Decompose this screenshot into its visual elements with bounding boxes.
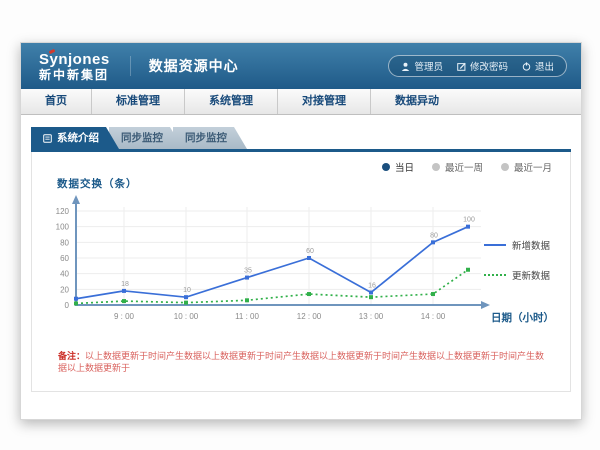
blue-line-sample-icon [484, 244, 506, 246]
change-password-button[interactable]: 修改密码 [457, 59, 508, 73]
svg-text:18: 18 [121, 281, 129, 288]
nav-item-interface-mgmt[interactable]: 对接管理 [278, 89, 371, 114]
power-icon [522, 62, 531, 71]
user-pill: 管理员 修改密码 退出 [388, 55, 567, 77]
edit-icon [457, 62, 466, 71]
footnote: 备注：以上数据更新于时间产生数据以上数据更新于时间产生数据以上数据更新于时间产生… [58, 350, 546, 375]
tab-sync-monitor-2-label: 同步监控 [185, 127, 227, 149]
filter-last-week-label: 最近一周 [445, 160, 483, 174]
y-axis-title: 数据交换（条） [57, 176, 138, 191]
series-legend: 新增数据 更新数据 [484, 238, 560, 298]
footnote-text: 以上数据更新于时间产生数据以上数据更新于时间产生数据以上数据更新于时间产生数据以… [58, 351, 544, 374]
app-window: Synjones 新中新集团 数据资源中心 管理员 修改密码 退出 首页 标准管… [20, 42, 582, 420]
nav-item-data-change[interactable]: 数据异动 [371, 89, 463, 114]
filter-last-month-label: 最近一月 [514, 160, 552, 174]
legend-updated-data-label: 更新数据 [512, 268, 550, 282]
filter-today-label: 当日 [395, 160, 414, 174]
green-dotted-sample-icon [484, 274, 506, 276]
tab-sync-monitor-2[interactable]: 同步监控 [173, 127, 247, 149]
tab-sync-monitor-1-label: 同步监控 [121, 127, 163, 149]
tab-bar: 系统介绍 同步监控 同步监控 [31, 127, 571, 149]
filter-last-month[interactable]: 最近一月 [501, 160, 552, 174]
svg-text:120: 120 [56, 207, 70, 216]
tab-sync-monitor-1[interactable]: 同步监控 [109, 127, 183, 149]
logout-button[interactable]: 退出 [522, 59, 554, 73]
logo: Synjones 新中新集团 [39, 52, 110, 81]
svg-text:14 : 00: 14 : 00 [421, 312, 446, 321]
tab-system-intro[interactable]: 系统介绍 [31, 127, 119, 149]
x-axis-title: 日期（小时） [491, 310, 554, 325]
svg-text:12 : 00: 12 : 00 [297, 312, 322, 321]
svg-text:10: 10 [183, 287, 191, 294]
svg-text:0: 0 [65, 301, 70, 310]
user-admin-button[interactable]: 管理员 [401, 59, 443, 73]
tab-doc-icon [43, 134, 52, 143]
radio-unselected-icon [432, 163, 440, 171]
svg-text:11 : 00: 11 : 00 [235, 312, 259, 321]
main-nav: 首页 标准管理 系统管理 对接管理 数据异动 [21, 89, 581, 115]
svg-text:80: 80 [430, 232, 438, 239]
svg-text:9 : 00: 9 : 00 [114, 312, 135, 321]
page-title: 数据资源中心 [130, 56, 239, 76]
nav-item-home[interactable]: 首页 [21, 89, 92, 114]
content-area: 系统介绍 同步监控 同步监控 当日 最近一周 [21, 115, 581, 392]
tab-system-intro-label: 系统介绍 [57, 127, 99, 149]
filter-today[interactable]: 当日 [382, 160, 414, 174]
legend-new-data-label: 新增数据 [512, 238, 550, 252]
svg-text:60: 60 [306, 248, 314, 255]
svg-text:13 : 00: 13 : 00 [359, 312, 384, 321]
app-header: Synjones 新中新集团 数据资源中心 管理员 修改密码 退出 [21, 43, 581, 89]
radio-selected-icon [382, 163, 390, 171]
svg-text:100: 100 [463, 217, 475, 224]
user-admin-label: 管理员 [414, 59, 443, 73]
change-password-label: 修改密码 [470, 59, 508, 73]
svg-text:16: 16 [368, 282, 376, 289]
time-range-filters: 当日 最近一周 最近一月 [382, 160, 552, 174]
radio-unselected-icon [501, 163, 509, 171]
nav-item-system-mgmt[interactable]: 系统管理 [185, 89, 278, 114]
chart-panel: 当日 最近一周 最近一月 数据交换（条） 0 20 40 60 80 100 120 9 : … [31, 152, 571, 392]
nav-item-standard-mgmt[interactable]: 标准管理 [92, 89, 185, 114]
legend-item-new-data: 新增数据 [484, 238, 560, 252]
logo-cn-text: 新中新集团 [39, 69, 110, 81]
svg-text:40: 40 [60, 270, 69, 279]
svg-text:60: 60 [60, 254, 69, 263]
svg-text:20: 20 [60, 285, 69, 294]
logout-label: 退出 [535, 59, 554, 73]
user-icon [401, 62, 410, 71]
svg-text:35: 35 [244, 268, 252, 275]
svg-text:80: 80 [60, 238, 69, 247]
legend-item-updated-data: 更新数据 [484, 268, 560, 282]
line-chart: 0 20 40 60 80 100 120 9 : 00 10 : 00 11 : 00 12 : … [36, 190, 496, 325]
svg-text:100: 100 [56, 223, 70, 232]
footnote-prefix: 备注： [58, 351, 85, 361]
svg-text:10 : 00: 10 : 00 [174, 312, 199, 321]
filter-last-week[interactable]: 最近一周 [432, 160, 483, 174]
